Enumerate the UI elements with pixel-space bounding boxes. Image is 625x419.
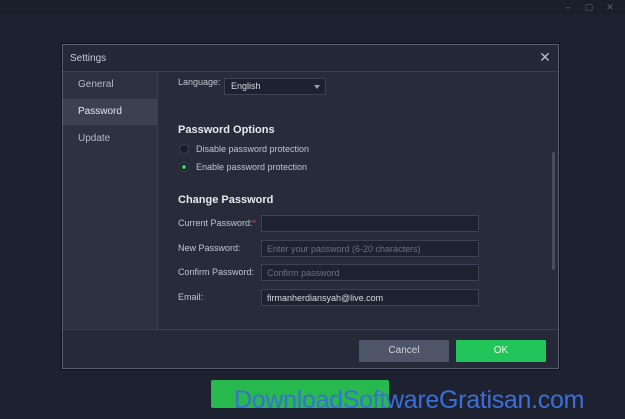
maximize-icon[interactable]: ▢ — [584, 2, 594, 12]
language-value: English — [231, 81, 261, 91]
current-password-label-text: Current Password: — [178, 218, 253, 228]
chevron-down-icon — [314, 85, 320, 89]
confirm-password-label: Confirm Password: — [178, 267, 255, 277]
content-scrollbar[interactable] — [552, 152, 555, 270]
dialog-title: Settings — [70, 53, 107, 64]
window-close-icon[interactable]: ✕ — [605, 2, 615, 12]
settings-content: Language: English Password Options Disab… — [159, 72, 558, 329]
new-password-input[interactable] — [261, 240, 479, 257]
new-password-label: New Password: — [178, 243, 241, 253]
current-password-label: Current Password:* — [178, 218, 256, 228]
sidebar-item-general[interactable]: General — [63, 72, 157, 98]
confirm-password-input[interactable] — [261, 264, 479, 281]
minimize-icon[interactable]: – — [563, 2, 573, 12]
sidebar-item-password[interactable]: Password — [63, 99, 157, 125]
background-titlebar: – ▢ ✕ — [0, 0, 625, 14]
email-label: Email: — [178, 292, 204, 302]
sidebar-item-update[interactable]: Update — [63, 126, 157, 152]
watermark: DownloadSoftwareGratisan.com — [234, 386, 585, 414]
settings-dialog: Settings ✕ General Password Update Langu… — [62, 44, 559, 369]
radio-disable-label: Disable password protection — [196, 144, 310, 154]
radio-enable-label: Enable password protection — [196, 162, 308, 172]
ok-button[interactable]: OK — [456, 340, 546, 362]
radio-enable-protection[interactable] — [179, 162, 189, 172]
dialog-footer: Cancel OK — [63, 329, 558, 368]
current-password-input[interactable] — [261, 215, 479, 232]
settings-sidebar: General Password Update — [63, 72, 158, 329]
dialog-header: Settings ✕ — [63, 45, 558, 72]
language-label: Language: — [178, 77, 221, 87]
radio-disable-protection[interactable] — [179, 144, 189, 154]
close-icon[interactable]: ✕ — [538, 50, 552, 64]
email-input[interactable] — [261, 289, 479, 306]
change-password-title: Change Password — [178, 194, 274, 206]
cancel-button[interactable]: Cancel — [359, 340, 449, 362]
language-select[interactable]: English — [224, 78, 326, 95]
required-mark: * — [252, 218, 257, 228]
password-options-title: Password Options — [178, 124, 275, 136]
